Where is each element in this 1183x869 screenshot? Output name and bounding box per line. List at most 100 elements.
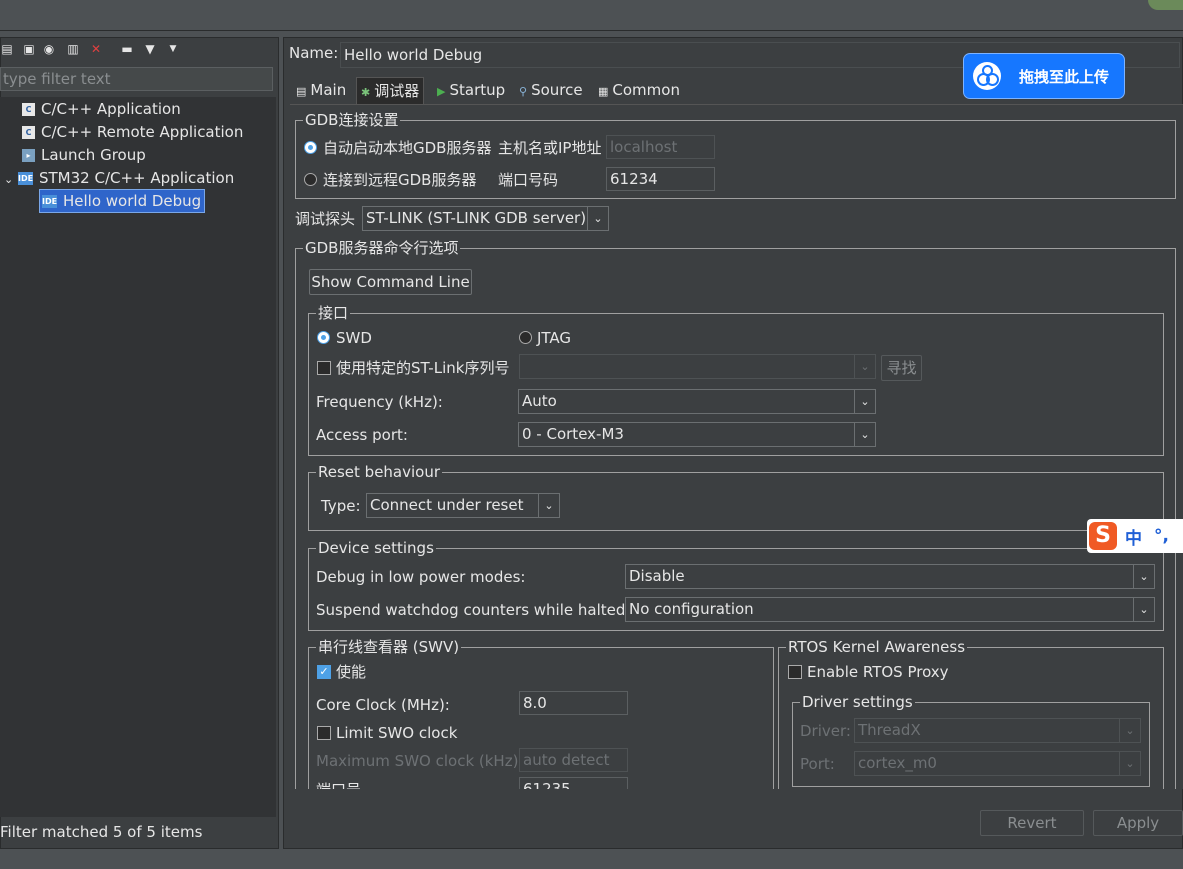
- group-legend: GDB连接设置: [303, 110, 401, 130]
- group-legend: GDB服务器命令行选项: [303, 238, 461, 258]
- tree-item-label: Launch Group: [41, 146, 146, 164]
- limit-swo-checkbox[interactable]: [317, 726, 331, 740]
- duplicate-icon[interactable]: ▣: [22, 42, 36, 56]
- max-swo-field[interactable]: auto detect: [519, 748, 628, 772]
- main-tab-icon: ▤: [296, 85, 307, 98]
- show-command-line-button[interactable]: Show Command Line: [309, 269, 472, 295]
- driver-select[interactable]: ThreadX ⌄: [854, 718, 1141, 743]
- jtag-label: JTAG: [537, 329, 572, 347]
- port-label: 端口号码: [498, 171, 559, 189]
- ime-punctuation-toggle[interactable]: °,: [1154, 526, 1169, 546]
- tab-label: Source: [531, 81, 583, 99]
- frequency-select[interactable]: Auto ⌄: [518, 389, 876, 414]
- tab-label: 调试器: [374, 82, 420, 100]
- rtos-port-select-value: cortex_m0: [858, 754, 937, 772]
- c-app-icon: C: [22, 126, 35, 139]
- access-port-select[interactable]: 0 - Cortex-M3 ⌄: [518, 422, 876, 447]
- chevron-down-icon: ⌄: [1119, 752, 1140, 775]
- swv-port-label: 端口号: [316, 780, 361, 789]
- swd-label: SWD: [336, 329, 372, 347]
- tab-debugger[interactable]: ✱ 调试器: [356, 77, 425, 104]
- group-legend: 串行线查看器 (SWV): [316, 637, 462, 657]
- tab-label: Common: [612, 81, 680, 99]
- cloud-upload-icon: [973, 62, 1001, 90]
- common-icon: ▦: [598, 85, 609, 98]
- ime-language-toggle[interactable]: 中: [1125, 524, 1142, 549]
- config-tree: C C/C++ Application C C/C++ Remote Applica…: [0, 97, 276, 817]
- filter-icon[interactable]: ▼: [143, 42, 157, 56]
- tab-startup[interactable]: ▶ Startup: [433, 77, 509, 103]
- group-legend: 接口: [316, 303, 351, 323]
- driver-select-value: ThreadX: [858, 721, 921, 739]
- rtos-port-label: Port:: [800, 755, 835, 773]
- group-legend: RTOS Kernel Awareness: [786, 637, 968, 657]
- collapse-icon[interactable]: ▬: [120, 42, 134, 56]
- copy-icon[interactable]: ▥: [66, 42, 80, 56]
- auto-gdb-radio[interactable]: [304, 141, 317, 154]
- tree-item-cpp-application[interactable]: C C/C++ Application: [22, 98, 181, 120]
- low-power-select-value: Disable: [629, 567, 685, 585]
- chevron-down-icon[interactable]: ⌄: [4, 169, 18, 191]
- core-clock-label: Core Clock (MHz):: [316, 696, 450, 714]
- play-icon: ▶: [437, 85, 446, 98]
- serial-select[interactable]: ⌄: [519, 354, 876, 379]
- chevron-down-icon: ⌄: [538, 494, 559, 517]
- swd-radio[interactable]: [317, 331, 330, 344]
- max-swo-label: Maximum SWO clock (kHz):: [316, 752, 524, 770]
- rtos-enable-checkbox[interactable]: [788, 665, 802, 679]
- swv-port-field[interactable]: 61235: [519, 777, 628, 789]
- swv-enable-checkbox[interactable]: ✓: [317, 665, 331, 679]
- tab-common[interactable]: ▦ Common: [594, 77, 684, 103]
- port-field[interactable]: 61234: [606, 167, 715, 191]
- access-port-select-value: 0 - Cortex-M3: [522, 425, 624, 443]
- swv-enable-label: 使能: [336, 663, 367, 681]
- driver-label: Driver:: [800, 722, 851, 740]
- delete-icon[interactable]: ✕: [89, 42, 103, 56]
- launch-group-icon: ▸: [22, 149, 35, 162]
- watchdog-label: Suspend watchdog counters while halted:: [316, 601, 631, 619]
- chevron-down-icon: ⌄: [587, 207, 608, 230]
- frequency-label: Frequency (kHz):: [316, 393, 443, 411]
- filter-input[interactable]: type filter text: [0, 67, 273, 91]
- probe-select[interactable]: ST-LINK (ST-LINK GDB server) ⌄: [362, 206, 609, 231]
- menu-icon[interactable]: ▼: [166, 42, 180, 56]
- name-label: Name:: [289, 44, 339, 62]
- rtos-port-select[interactable]: cortex_m0 ⌄: [854, 751, 1141, 776]
- group-legend: Reset behaviour: [316, 462, 443, 482]
- corner-logo-icon: [1148, 0, 1183, 10]
- tab-label: Main: [310, 81, 347, 99]
- remote-gdb-radio[interactable]: [304, 173, 317, 186]
- tree-item-launch-group[interactable]: ▸ Launch Group: [22, 144, 146, 166]
- upload-drop-badge[interactable]: 拖拽至此上传: [963, 53, 1125, 99]
- link-icon[interactable]: ◉: [42, 42, 56, 56]
- host-field[interactable]: localhost: [606, 135, 715, 159]
- ime-toolbar[interactable]: S 中 °,: [1087, 519, 1183, 553]
- debugger-bug-icon: ✱: [361, 86, 371, 99]
- watchdog-select[interactable]: No configuration ⌄: [625, 597, 1155, 622]
- apply-button[interactable]: Apply: [1093, 810, 1183, 836]
- core-clock-field[interactable]: 8.0: [519, 691, 628, 715]
- tree-item-stm32[interactable]: ⌄ IDE STM32 C/C++ Application: [4, 167, 234, 189]
- rtos-enable-label: Enable RTOS Proxy: [807, 663, 949, 681]
- debugger-tab-content: GDB连接设置 自动启动本地GDB服务器 主机名或IP地址 localhost …: [290, 104, 1183, 789]
- upload-text: 拖拽至此上传: [1019, 67, 1110, 86]
- low-power-select[interactable]: Disable ⌄: [625, 564, 1155, 589]
- jtag-radio[interactable]: [519, 331, 532, 344]
- tab-label: Startup: [449, 81, 506, 99]
- chevron-down-icon: ⌄: [854, 355, 875, 378]
- revert-button[interactable]: Revert: [980, 810, 1084, 836]
- tab-main[interactable]: ▤ Main: [292, 77, 350, 103]
- tab-source[interactable]: ⚲ Source: [515, 77, 587, 103]
- reset-type-select[interactable]: Connect under reset ⌄: [366, 493, 560, 518]
- chevron-down-icon: ⌄: [1133, 598, 1154, 621]
- tree-item-cpp-remote[interactable]: C C/C++ Remote Application: [22, 121, 243, 143]
- probe-select-value: ST-LINK (ST-LINK GDB server): [366, 209, 587, 227]
- find-button[interactable]: 寻找: [881, 355, 922, 381]
- tree-item-label: STM32 C/C++ Application: [39, 169, 235, 187]
- ide-icon: IDE: [42, 195, 58, 208]
- tree-item-hello-world[interactable]: IDE Hello world Debug: [38, 189, 206, 213]
- filter-status: Filter matched 5 of 5 items: [0, 823, 203, 841]
- group-legend: Driver settings: [800, 692, 915, 712]
- new-config-icon[interactable]: ▤: [0, 42, 14, 56]
- serial-checkbox[interactable]: [317, 361, 331, 375]
